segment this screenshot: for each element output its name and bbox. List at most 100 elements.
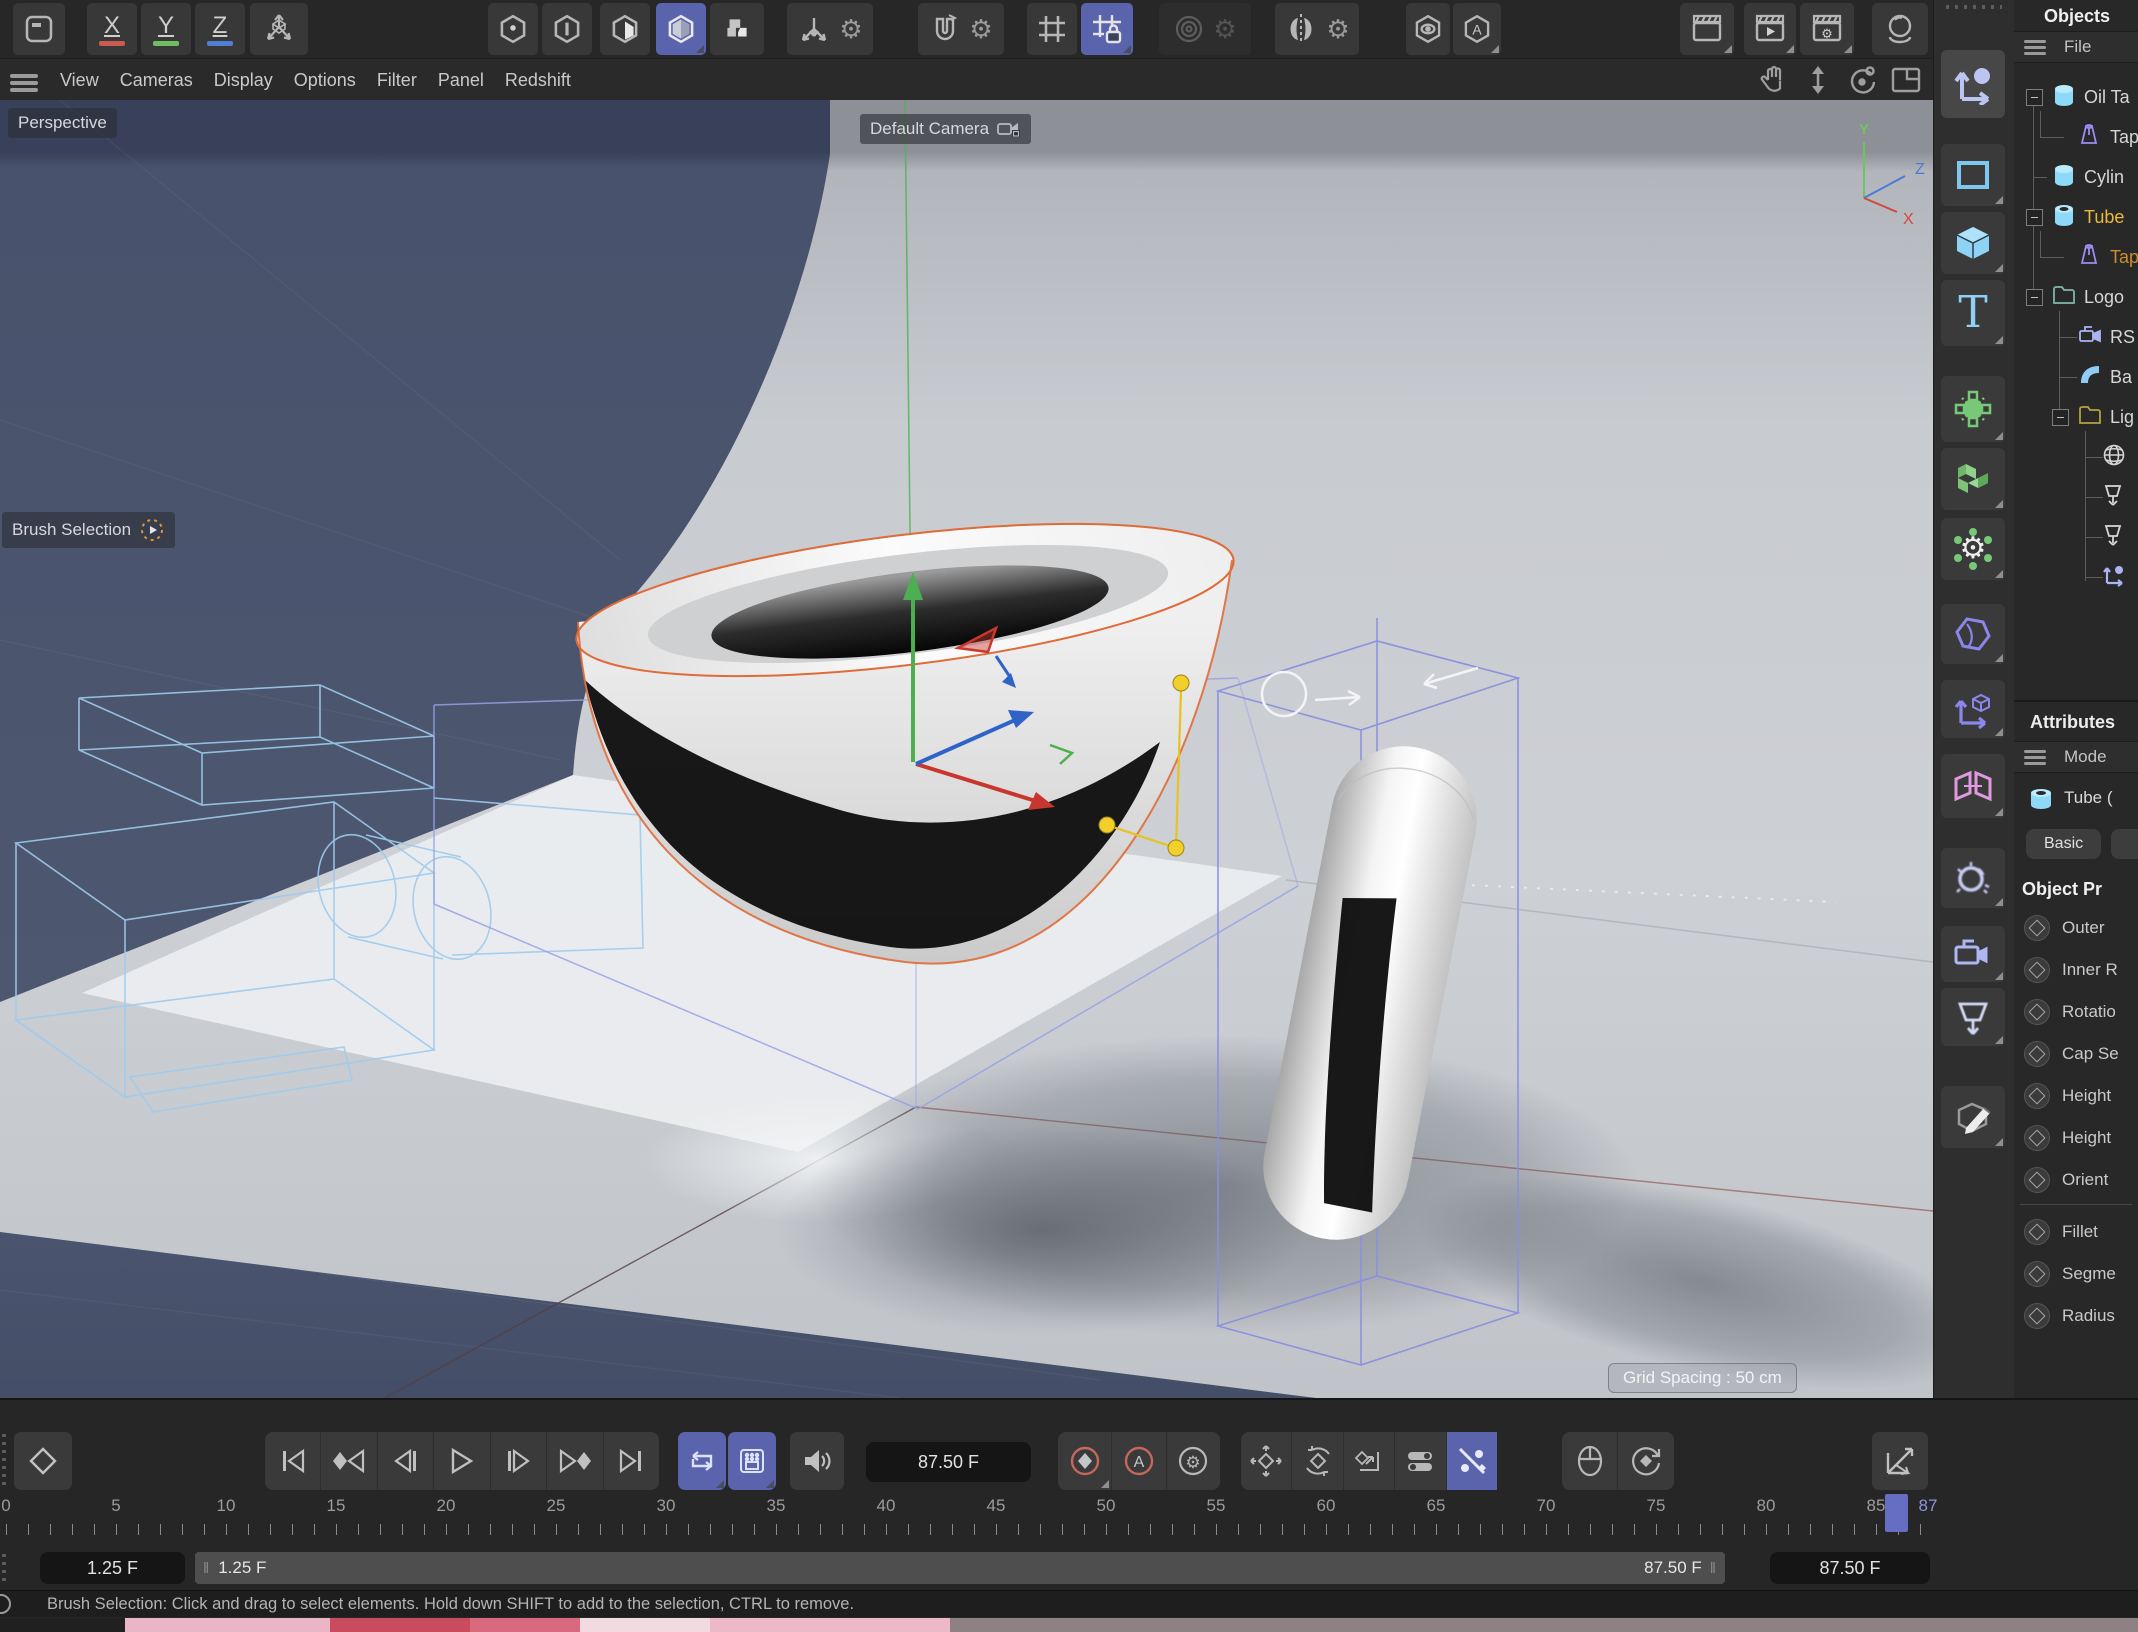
menu-redshift[interactable]: Redshift xyxy=(505,70,571,91)
tab-basic[interactable]: Basic xyxy=(2026,829,2101,859)
slider-grip-right[interactable]: ‖ xyxy=(1710,1560,1717,1577)
snap-settings-button[interactable]: ⚙ xyxy=(918,3,1004,55)
range-slider[interactable]: ‖ 1.25 F 87.50 F ‖ xyxy=(195,1552,1725,1584)
simulation-generator-icon[interactable]: ⚙ xyxy=(1941,518,2005,580)
auto-mode-icon[interactable]: A xyxy=(1453,3,1501,55)
key-parameter-toggle[interactable] xyxy=(1395,1432,1446,1490)
show-fcurves-button[interactable] xyxy=(1872,1432,1928,1490)
next-frame-button[interactable] xyxy=(491,1432,547,1490)
previous-key-button[interactable] xyxy=(321,1432,377,1490)
property-height-segments[interactable]: Height xyxy=(2014,1120,2138,1156)
property-cap-segments[interactable]: Cap Se xyxy=(2014,1036,2138,1072)
slider-grip-left[interactable]: ‖ xyxy=(203,1560,210,1577)
autokey-toggle-button[interactable]: A xyxy=(1112,1432,1166,1490)
keying-settings-button[interactable]: ⚙ xyxy=(1167,1432,1220,1490)
volume-builder-icon[interactable] xyxy=(1941,448,2005,510)
tree-item-taper-deformer-white[interactable] xyxy=(2014,517,2138,557)
attributes-menu-mode[interactable]: Mode xyxy=(2064,747,2107,767)
keyframe-diamond-icon[interactable] xyxy=(2024,957,2050,983)
subdivision-surface-icon[interactable] xyxy=(1941,376,2005,442)
keyframe-diamond-icon[interactable] xyxy=(2024,999,2050,1025)
tree-item-sky-object[interactable] xyxy=(2014,437,2138,477)
layout-icon[interactable] xyxy=(13,3,65,55)
lock-z-axis-button[interactable]: Z xyxy=(195,3,245,55)
play-button[interactable] xyxy=(434,1432,490,1490)
key-pla-toggle[interactable] xyxy=(1447,1432,1497,1490)
next-key-button[interactable] xyxy=(547,1432,603,1490)
property-fillet-radius[interactable]: Radius xyxy=(2014,1298,2138,1334)
expander-icon[interactable] xyxy=(2026,209,2043,226)
keyframe-diamond-icon[interactable] xyxy=(2024,1041,2050,1067)
expander-icon[interactable] xyxy=(2026,89,2043,106)
keyframe-mode-button[interactable] xyxy=(14,1432,72,1490)
bevel-deformer-icon[interactable] xyxy=(1941,604,2005,664)
keyframe-diamond-icon[interactable] xyxy=(2024,915,2050,941)
timeline-ruler[interactable]: 051015202530354045505560657075808587 xyxy=(0,1494,2138,1546)
property-fillet[interactable]: Fillet xyxy=(2014,1214,2138,1250)
sound-toggle-button[interactable] xyxy=(790,1432,844,1490)
tree-item-tap[interactable]: Tap xyxy=(2014,117,2138,157)
preview-range-toggle[interactable] xyxy=(728,1432,776,1490)
keyframe-diamond-icon[interactable] xyxy=(2024,1125,2050,1151)
view-label[interactable]: Perspective xyxy=(8,108,117,138)
keyframe-diamond-icon[interactable] xyxy=(2024,1167,2050,1193)
tree-item-rs[interactable]: RS xyxy=(2014,317,2138,357)
tree-item-lig[interactable]: Lig xyxy=(2014,397,2138,437)
attributes-hamburger-icon[interactable] xyxy=(2024,747,2046,768)
tree-item-tube[interactable]: Tube xyxy=(2014,197,2138,237)
cube-primitive-icon[interactable] xyxy=(1941,212,2005,274)
tree-item-cylin[interactable]: Cylin xyxy=(2014,157,2138,197)
property-inner-radius[interactable]: Inner R xyxy=(2014,952,2138,988)
tree-item-logo[interactable]: Logo xyxy=(2014,277,2138,317)
lock-workplane-icon[interactable] xyxy=(1081,3,1133,55)
text-tool-icon[interactable]: T xyxy=(1941,280,2005,346)
tree-item-ba[interactable]: Ba xyxy=(2014,357,2138,397)
keyframe-selection-button[interactable] xyxy=(1618,1432,1673,1490)
field-object-icon[interactable] xyxy=(1941,848,2005,908)
edges-mode-icon[interactable] xyxy=(542,3,592,55)
menu-view[interactable]: View xyxy=(60,70,99,91)
lock-y-axis-button[interactable]: Y xyxy=(141,3,191,55)
tree-item-axis-object[interactable] xyxy=(2014,557,2138,597)
pan-hand-icon[interactable] xyxy=(1757,63,1791,97)
palette-drag-handle[interactable] xyxy=(2,1554,6,1584)
property-fillet-segments[interactable]: Segme xyxy=(2014,1256,2138,1292)
key-position-toggle[interactable] xyxy=(1241,1432,1292,1490)
loop-playback-toggle[interactable] xyxy=(678,1432,726,1490)
range-start-field[interactable]: 1.25 F xyxy=(40,1552,185,1584)
tree-item-tap[interactable]: Tap xyxy=(2014,237,2138,277)
viewport-3d[interactable]: Perspective Default Camera Brush Selecti… xyxy=(0,100,1933,1398)
move-tool-icon[interactable] xyxy=(1941,50,2005,118)
key-scale-toggle[interactable] xyxy=(1344,1432,1395,1490)
objects-hamburger-icon[interactable] xyxy=(2024,37,2046,58)
menu-filter[interactable]: Filter xyxy=(377,70,417,91)
palette-drag-handle[interactable] xyxy=(2,1434,6,1486)
menu-panel[interactable]: Panel xyxy=(438,70,484,91)
objects-menu-file[interactable]: File xyxy=(2064,37,2091,57)
expander-icon[interactable] xyxy=(2052,409,2069,426)
timeline-playhead[interactable] xyxy=(1885,1494,1908,1532)
current-frame-field[interactable]: 87.50 F xyxy=(866,1442,1031,1482)
panel-drag-handle[interactable] xyxy=(1946,5,2002,9)
menu-display[interactable]: Display xyxy=(214,70,273,91)
object-axis-mode-icon[interactable] xyxy=(710,3,764,55)
keyframe-diamond-icon[interactable] xyxy=(2024,1261,2050,1287)
menu-options[interactable]: Options xyxy=(294,70,356,91)
record-keyframe-button[interactable] xyxy=(1058,1432,1112,1490)
menu-hamburger-icon[interactable] xyxy=(10,71,38,95)
expander-icon[interactable] xyxy=(2026,289,2043,306)
keyframe-diamond-icon[interactable] xyxy=(2024,1083,2050,1109)
menu-cameras[interactable]: Cameras xyxy=(120,70,193,91)
tab-clipped[interactable] xyxy=(2111,829,2138,859)
axis-modify-icon[interactable] xyxy=(1941,680,2005,738)
key-rotation-toggle[interactable] xyxy=(1292,1432,1343,1490)
mouse-options-button[interactable] xyxy=(1562,1432,1618,1490)
workplane-icon[interactable] xyxy=(1027,3,1077,55)
points-mode-icon[interactable] xyxy=(488,3,538,55)
render-view-icon[interactable] xyxy=(1680,3,1734,55)
viewport-solo-icon[interactable] xyxy=(1406,3,1450,55)
dolly-zoom-icon[interactable] xyxy=(1801,63,1835,97)
camera-object-icon[interactable] xyxy=(1941,926,2005,982)
property-height[interactable]: Height xyxy=(2014,1078,2138,1114)
property-rotation-segments[interactable]: Rotatio xyxy=(2014,994,2138,1030)
